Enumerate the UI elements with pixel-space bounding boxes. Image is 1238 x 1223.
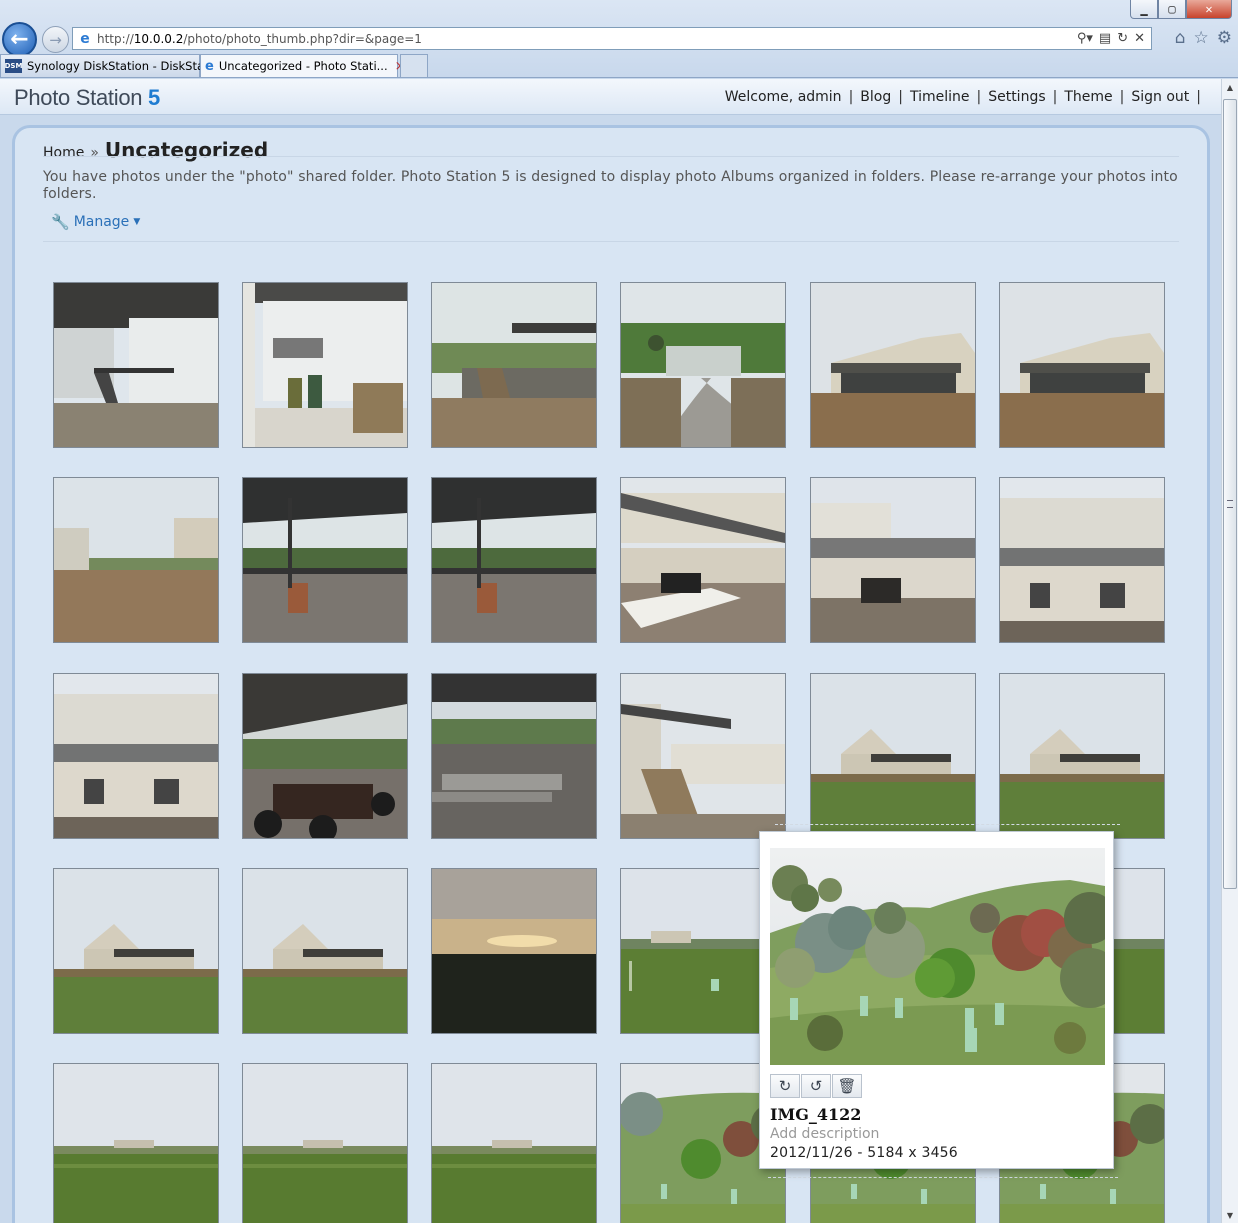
hover-outline bbox=[775, 824, 1120, 825]
nav-sign-out[interactable]: Sign out bbox=[1129, 89, 1191, 105]
photo-thumbnail[interactable] bbox=[810, 673, 976, 839]
photo-thumbnail[interactable] bbox=[242, 477, 408, 643]
vertical-scrollbar[interactable]: ▲ ▼ bbox=[1221, 79, 1238, 1223]
tab-strip: DSM Synology DiskStation - DiskSta... e … bbox=[0, 54, 428, 77]
dsm-icon: DSM bbox=[5, 59, 22, 73]
photo-title: IMG_4122 bbox=[770, 1105, 862, 1124]
hover-outline bbox=[768, 1177, 1118, 1178]
favorites-star-icon[interactable]: ☆ bbox=[1194, 28, 1209, 48]
trash-icon[interactable]: 🗑 bbox=[832, 1074, 862, 1098]
tools-gear-icon[interactable]: ⚙ bbox=[1217, 28, 1232, 48]
preview-image[interactable] bbox=[770, 848, 1105, 1065]
photo-station-logo[interactable]: Photo Station 5 bbox=[14, 85, 160, 111]
photo-thumbnail[interactable] bbox=[431, 477, 597, 643]
address-url[interactable]: http://10.0.0.2/photo/photo_thumb.php?di… bbox=[97, 32, 1077, 46]
tab-diskstation[interactable]: DSM Synology DiskStation - DiskSta... bbox=[0, 54, 215, 77]
photo-thumbnail[interactable] bbox=[810, 477, 976, 643]
photo-thumbnail[interactable] bbox=[620, 477, 786, 643]
forward-button[interactable]: → bbox=[42, 26, 69, 53]
back-button[interactable]: ← bbox=[2, 22, 37, 57]
photo-thumbnail[interactable] bbox=[999, 673, 1165, 839]
tab-label: Uncategorized - Photo Stati... bbox=[218, 59, 388, 73]
scroll-thumb[interactable] bbox=[1223, 99, 1237, 889]
wrench-icon: 🔧 bbox=[51, 213, 70, 231]
photo-thumbnail[interactable] bbox=[431, 868, 597, 1034]
manage-menu[interactable]: 🔧 Manage ▼ bbox=[51, 213, 140, 231]
minimize-icon[interactable]: ▁ bbox=[1130, 0, 1158, 19]
nav-timeline[interactable]: Timeline bbox=[908, 89, 972, 105]
photo-thumbnail[interactable] bbox=[620, 673, 786, 839]
add-description-field[interactable]: Add description bbox=[770, 1126, 879, 1142]
photo-thumbnail[interactable] bbox=[431, 282, 597, 448]
search-icon[interactable]: ⚲▾ bbox=[1077, 31, 1093, 46]
nav-settings[interactable]: Settings bbox=[986, 89, 1047, 105]
browser-chrome: ▁ ▢ ✕ ← → e http://10.0.0.2/photo/photo_… bbox=[0, 0, 1238, 78]
manage-label: Manage bbox=[73, 214, 130, 230]
compat-view-icon[interactable]: ▤ bbox=[1099, 31, 1111, 46]
new-tab-button[interactable] bbox=[400, 54, 428, 77]
photo-thumbnail[interactable] bbox=[242, 868, 408, 1034]
breadcrumb-separator: » bbox=[90, 145, 99, 161]
maximize-icon[interactable]: ▢ bbox=[1158, 0, 1186, 19]
divider bbox=[43, 156, 1179, 157]
tab-photo-station[interactable]: e Uncategorized - Photo Stati... × bbox=[200, 54, 406, 77]
photo-thumbnail[interactable] bbox=[242, 1063, 408, 1223]
ie-page-icon: e bbox=[80, 30, 90, 47]
photo-thumbnail[interactable] bbox=[999, 477, 1165, 643]
nav-blog[interactable]: Blog bbox=[858, 89, 893, 105]
rotate-ccw-icon[interactable]: ↺ bbox=[801, 1074, 831, 1098]
top-nav: Welcome, admin | Blog | Timeline | Settings… bbox=[723, 89, 1201, 105]
home-icon[interactable]: ⌂ bbox=[1175, 28, 1186, 48]
folder-notice: You have photos under the "photo" shared… bbox=[43, 169, 1178, 202]
rotate-cw-icon[interactable]: ↻ bbox=[770, 1074, 800, 1098]
photo-station-header: Photo Station 5 Welcome, admin | Blog | Ti… bbox=[0, 79, 1222, 115]
stop-icon[interactable]: ✕ bbox=[1134, 31, 1145, 46]
photo-thumbnail[interactable] bbox=[431, 1063, 597, 1223]
photo-thumbnail[interactable] bbox=[53, 673, 219, 839]
photo-thumbnail[interactable] bbox=[53, 1063, 219, 1223]
chevron-down-icon: ▼ bbox=[133, 217, 141, 227]
breadcrumb-home[interactable]: Home bbox=[43, 145, 84, 161]
window-controls: ▁ ▢ ✕ bbox=[1130, 0, 1232, 20]
photo-thumbnail[interactable] bbox=[431, 673, 597, 839]
breadcrumb: Home » Uncategorized bbox=[43, 138, 268, 162]
welcome-user[interactable]: Welcome, admin bbox=[723, 89, 844, 105]
nav-theme[interactable]: Theme bbox=[1062, 89, 1114, 105]
photo-thumbnail[interactable] bbox=[620, 282, 786, 448]
photo-preview-popup[interactable]: ↻ ↺ 🗑 IMG_4122 Add description 2012/11/2… bbox=[759, 831, 1114, 1169]
photo-thumbnail[interactable] bbox=[242, 673, 408, 839]
address-bar[interactable]: e http://10.0.0.2/photo/photo_thumb.php?… bbox=[72, 27, 1152, 50]
preview-toolbar: ↻ ↺ 🗑 bbox=[770, 1074, 862, 1098]
photo-thumbnail[interactable] bbox=[53, 282, 219, 448]
photo-thumbnail[interactable] bbox=[242, 282, 408, 448]
tab-label: Synology DiskStation - DiskSta... bbox=[27, 59, 215, 73]
ie-icon: e bbox=[205, 58, 214, 74]
refresh-icon[interactable]: ↻ bbox=[1117, 31, 1128, 46]
close-window-icon[interactable]: ✕ bbox=[1186, 0, 1232, 19]
scroll-up-icon[interactable]: ▲ bbox=[1222, 79, 1238, 95]
photo-thumbnail[interactable] bbox=[53, 477, 219, 643]
photo-thumbnail[interactable] bbox=[810, 282, 976, 448]
scroll-down-icon[interactable]: ▼ bbox=[1222, 1207, 1238, 1223]
photo-meta: 2012/11/26 - 5184 x 3456 bbox=[770, 1145, 958, 1161]
divider bbox=[43, 241, 1179, 242]
photo-thumbnail[interactable] bbox=[53, 868, 219, 1034]
page-title: Uncategorized bbox=[104, 138, 269, 162]
photo-thumbnail[interactable] bbox=[999, 282, 1165, 448]
